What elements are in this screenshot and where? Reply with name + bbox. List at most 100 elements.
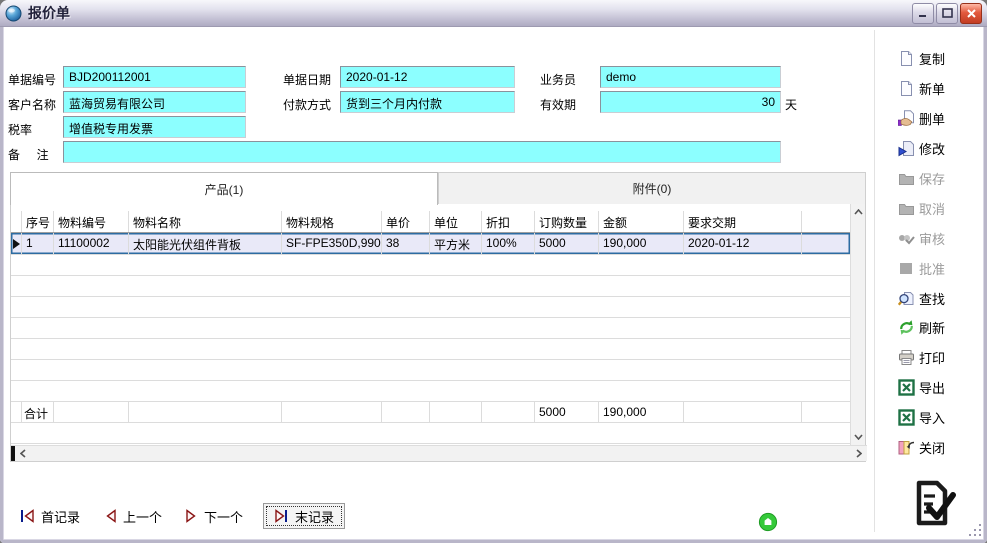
status-ok-icon xyxy=(758,512,778,537)
save-button: 保存 xyxy=(898,166,982,190)
last-record-button[interactable]: 末记录 xyxy=(263,503,345,529)
tab-attachment[interactable]: 附件(0) xyxy=(438,172,866,205)
scroll-up-icon[interactable] xyxy=(851,204,866,220)
save-folder-icon xyxy=(898,170,915,187)
col-delivery: 要求交期 xyxy=(684,211,802,232)
validity-unit-label: 天 xyxy=(785,96,797,113)
col-amount: 金额 xyxy=(599,211,684,232)
col-discount: 折扣 xyxy=(482,211,535,232)
cell-spec[interactable]: SF-FPE350D,990 xyxy=(282,233,382,254)
cell-seq[interactable]: 1 xyxy=(22,233,54,254)
modify-arrow-icon xyxy=(898,140,915,157)
window-title: 报价单 xyxy=(28,3,70,23)
close-form-button[interactable]: 关闭 xyxy=(898,435,982,459)
cell-discount[interactable]: 100% xyxy=(482,233,535,254)
minimize-button[interactable] xyxy=(912,3,934,24)
col-price: 单价 xyxy=(382,211,430,232)
approve-button: 批准 xyxy=(898,256,982,280)
current-row-marker-icon xyxy=(13,239,20,249)
total-amount: 190,000 xyxy=(599,402,684,422)
grid-vertical-scrollbar[interactable] xyxy=(850,204,865,445)
salesman-field[interactable]: demo xyxy=(600,66,781,88)
search-icon xyxy=(898,290,915,307)
new-button[interactable]: 新单 xyxy=(898,76,982,100)
copy-page-icon xyxy=(898,50,915,67)
cell-name[interactable]: 太阳能光伏组件背板 xyxy=(129,233,282,254)
col-unit: 单位 xyxy=(430,211,482,232)
close-door-icon xyxy=(898,439,915,456)
scroll-left-icon[interactable] xyxy=(15,446,31,461)
scroll-down-icon[interactable] xyxy=(851,429,866,445)
cancel-folder-icon xyxy=(898,200,915,217)
find-button[interactable]: 查找 xyxy=(898,286,982,310)
validity-label: 有效期 xyxy=(540,96,576,113)
app-globe-icon xyxy=(5,5,22,22)
col-code: 物料编号 xyxy=(54,211,129,232)
col-qty: 订购数量 xyxy=(535,211,599,232)
printer-icon xyxy=(898,349,915,366)
quotation-window: 报价单 单据编号 BJD200112001 单据日期 2020-01-12 业务… xyxy=(0,0,987,543)
first-record-icon xyxy=(20,509,35,523)
cell-code[interactable]: 11100002 xyxy=(54,233,129,254)
next-record-button[interactable]: 下一个 xyxy=(185,503,243,529)
panel-divider xyxy=(874,30,875,532)
doc-no-field[interactable]: BJD200112001 xyxy=(63,66,246,88)
audit-check-icon xyxy=(898,230,915,247)
remark-label: 备 注 xyxy=(8,146,49,163)
cell-unit[interactable]: 平方米 xyxy=(430,233,482,254)
col-name: 物料名称 xyxy=(129,211,282,232)
refresh-button[interactable]: 刷新 xyxy=(898,315,982,339)
close-button[interactable] xyxy=(960,3,982,24)
col-spec: 物料规格 xyxy=(282,211,382,232)
cancel-button: 取消 xyxy=(898,196,982,220)
doc-no-label: 单据编号 xyxy=(8,71,56,88)
new-page-icon xyxy=(898,80,915,97)
doc-date-label: 单据日期 xyxy=(283,71,331,88)
salesman-label: 业务员 xyxy=(540,71,576,88)
resize-grip[interactable] xyxy=(969,524,981,536)
export-button[interactable]: 导出 xyxy=(898,375,982,399)
approve-icon xyxy=(898,260,915,277)
app-logo-icon xyxy=(903,476,959,537)
import-button[interactable]: 导入 xyxy=(898,405,982,429)
prev-record-icon xyxy=(104,509,117,523)
table-row[interactable]: 1 11100002 太阳能光伏组件背板 SF-FPE350D,990 38 平… xyxy=(11,233,850,255)
delete-hand-icon xyxy=(898,110,915,127)
customer-label: 客户名称 xyxy=(8,96,56,113)
print-button[interactable]: 打印 xyxy=(898,345,982,369)
validity-field[interactable]: 30 xyxy=(600,91,781,113)
grid-header-row: 序号 物料编号 物料名称 物料规格 单价 单位 折扣 订购数量 金额 要求交期 xyxy=(11,211,850,233)
total-qty: 5000 xyxy=(535,402,599,422)
cell-price[interactable]: 38 xyxy=(382,233,430,254)
refresh-icon xyxy=(898,319,915,336)
maximize-button[interactable] xyxy=(936,3,958,24)
delete-button[interactable]: 删单 xyxy=(898,106,982,130)
payment-field[interactable]: 货到三个月内付款 xyxy=(340,91,515,113)
scroll-right-icon[interactable] xyxy=(851,446,867,461)
tax-field[interactable]: 增值税专用发票 xyxy=(63,116,246,138)
total-label: 合计 xyxy=(22,402,54,422)
customer-field[interactable]: 蓝海贸易有限公司 xyxy=(63,91,246,113)
tax-label: 税率 xyxy=(8,121,32,138)
copy-button[interactable]: 复制 xyxy=(898,46,982,70)
modify-button[interactable]: 修改 xyxy=(898,136,982,160)
cell-delivery[interactable]: 2020-01-12 xyxy=(684,233,802,254)
doc-date-field[interactable]: 2020-01-12 xyxy=(340,66,515,88)
next-record-icon xyxy=(185,509,198,523)
last-record-icon xyxy=(274,509,289,523)
first-record-button[interactable]: 首记录 xyxy=(20,503,80,529)
total-row: 合计 5000 190,000 xyxy=(11,402,850,423)
audit-button: 审核 xyxy=(898,226,982,250)
grid-horizontal-scrollbar[interactable] xyxy=(11,445,867,461)
cell-qty[interactable]: 5000 xyxy=(535,233,599,254)
excel-import-icon xyxy=(898,409,915,426)
remark-field[interactable] xyxy=(63,141,781,163)
excel-export-icon xyxy=(898,379,915,396)
tab-product[interactable]: 产品(1) xyxy=(10,172,438,205)
cell-amount[interactable]: 190,000 xyxy=(599,233,684,254)
titlebar[interactable]: 报价单 xyxy=(0,0,987,27)
product-grid: 序号 物料编号 物料名称 物料规格 单价 单位 折扣 订购数量 金额 要求交期 … xyxy=(10,204,866,462)
prev-record-button[interactable]: 上一个 xyxy=(104,503,162,529)
payment-label: 付款方式 xyxy=(283,96,331,113)
col-seq: 序号 xyxy=(22,211,54,232)
